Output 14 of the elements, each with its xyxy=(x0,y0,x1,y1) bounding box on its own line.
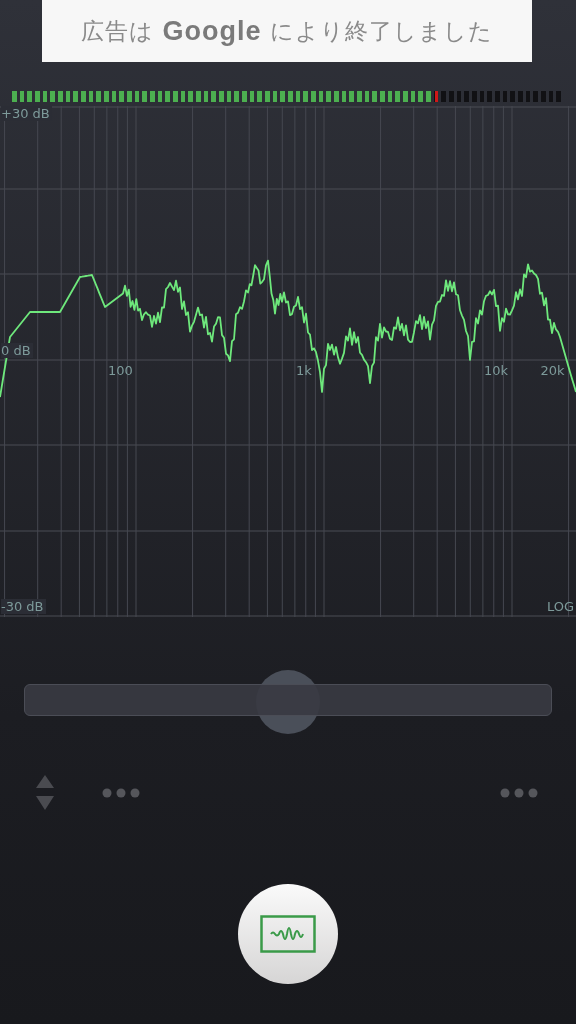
decibel-label: +30 dB xyxy=(1,106,52,121)
scale-label[interactable]: LOG xyxy=(546,599,574,614)
frequency-label: 10k xyxy=(484,363,509,378)
frequency-label: 100 xyxy=(108,363,133,378)
up-down-arrows-icon[interactable] xyxy=(35,774,55,812)
frequency-label: 1k xyxy=(296,363,312,378)
decibel-label: -30 dB xyxy=(1,599,46,614)
slider-track[interactable] xyxy=(24,684,552,716)
frequency-label: 20k xyxy=(540,363,565,378)
waveform-icon xyxy=(260,915,316,953)
more-icon[interactable] xyxy=(102,788,140,798)
more-icon[interactable] xyxy=(500,788,538,798)
ad-banner[interactable]: 広告は Google により終了しました xyxy=(42,0,532,62)
decibel-label: 0 dB xyxy=(1,343,33,358)
